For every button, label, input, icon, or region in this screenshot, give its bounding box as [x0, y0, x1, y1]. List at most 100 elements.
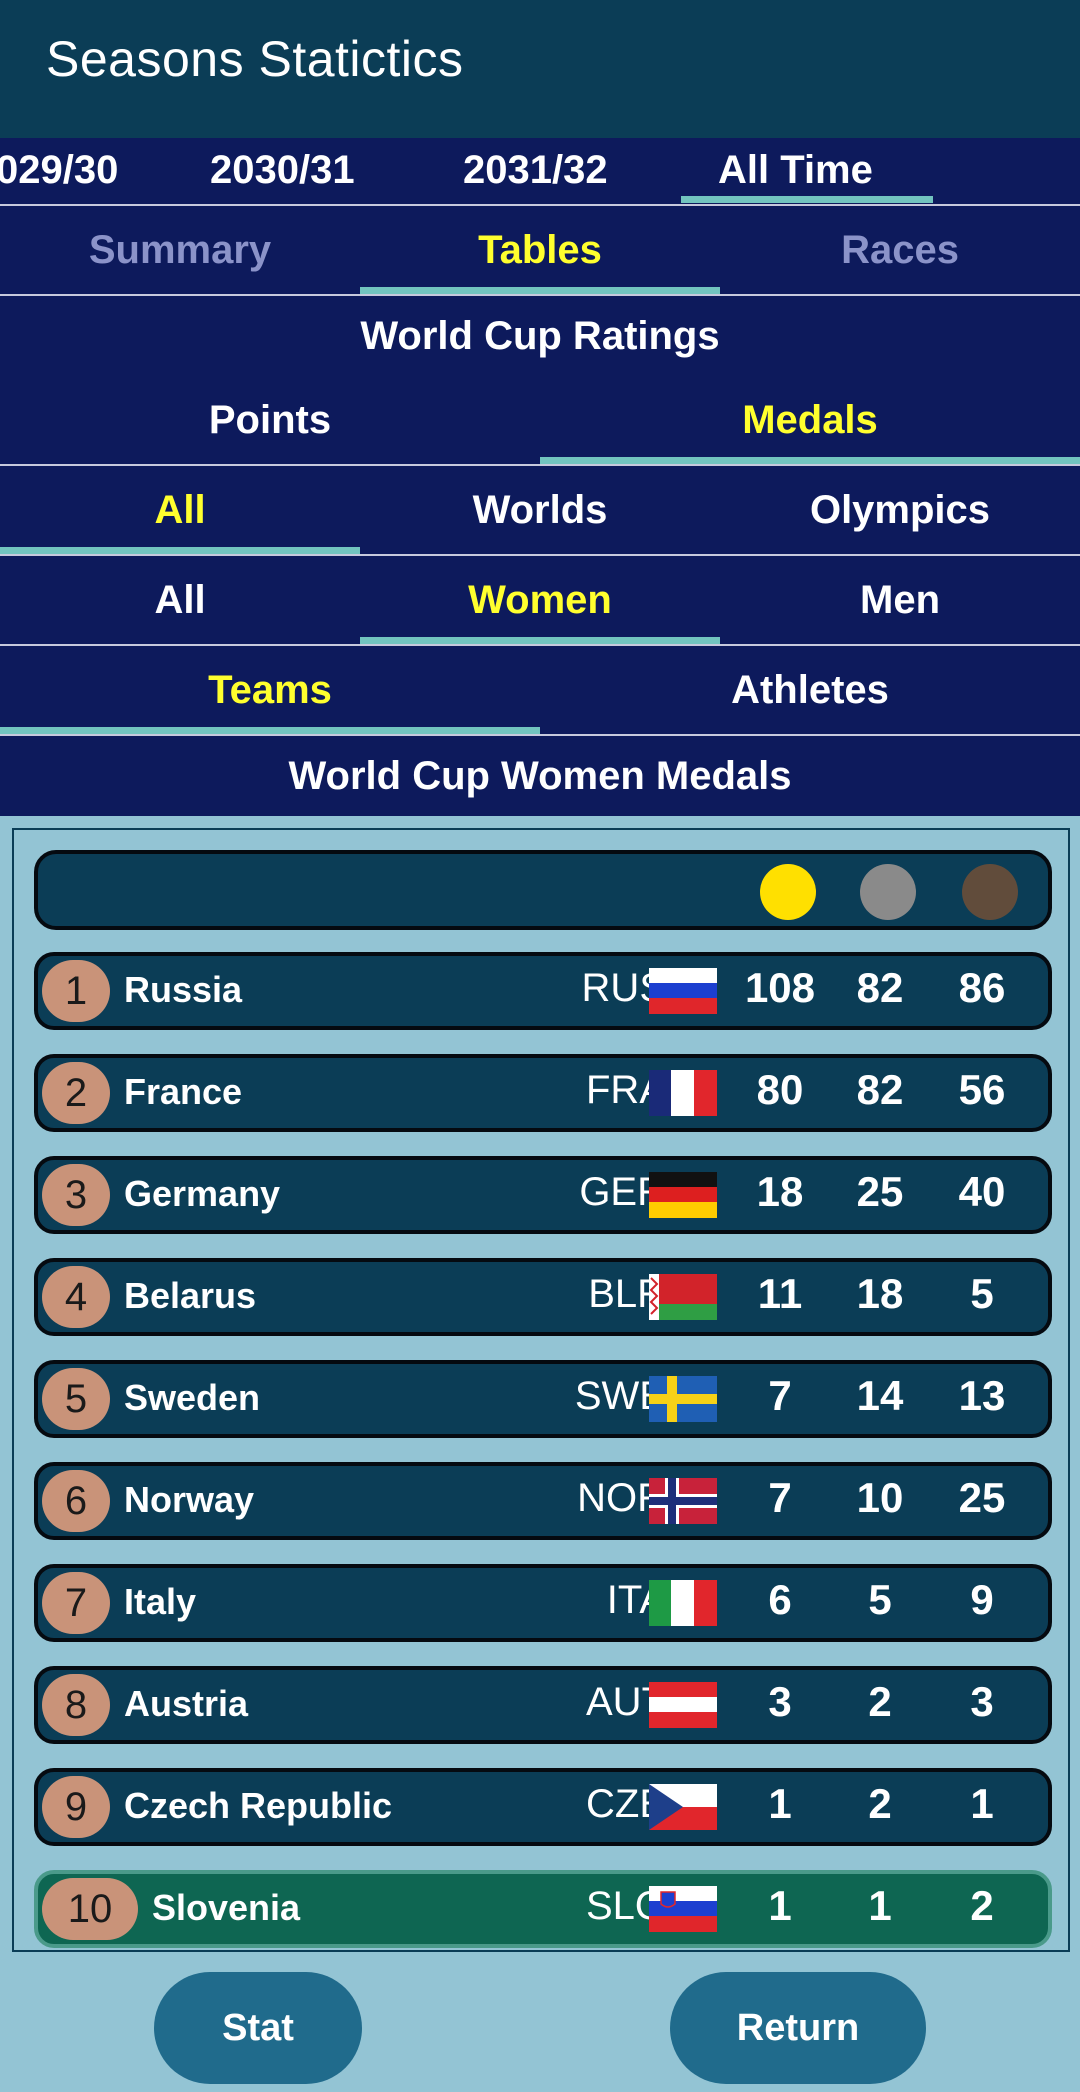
gold-count: 3: [768, 1678, 792, 1725]
country-name: Czech Republic: [124, 1785, 393, 1826]
tab-olympics[interactable]: Olympics: [720, 466, 1080, 554]
silver-count: 82: [856, 964, 904, 1011]
slovenia-flag-icon: [649, 1886, 717, 1932]
country-name: Germany: [124, 1173, 281, 1214]
tab-points[interactable]: Points: [0, 376, 540, 464]
tab-medals[interactable]: Medals: [540, 376, 1080, 464]
country-name: France: [124, 1071, 243, 1112]
silver-count: 5: [868, 1576, 892, 1623]
rank-badge: 4: [42, 1266, 110, 1328]
silver-count: 1: [868, 1882, 892, 1929]
rank-badge: 10: [42, 1878, 138, 1940]
bronze-count: 9: [970, 1576, 994, 1623]
tab-races[interactable]: Races: [720, 206, 1080, 294]
tab-teams[interactable]: Teams: [0, 646, 540, 734]
rating-tab-indicator: [540, 457, 1080, 464]
silver-count: 18: [856, 1270, 904, 1317]
gold-count: 108: [744, 964, 816, 1011]
rank-badge: 9: [42, 1776, 110, 1838]
gold-medal-icon: [760, 864, 816, 920]
table-row[interactable]: 10 Slovenia SLO 1 1 2: [34, 1870, 1052, 1948]
bronze-count: 13: [958, 1372, 1006, 1419]
gold-count: 6: [768, 1576, 792, 1623]
russia-flag-icon: [649, 968, 717, 1014]
tab-athletes[interactable]: Athletes: [540, 646, 1080, 734]
bronze-count: 5: [970, 1270, 994, 1317]
table-row[interactable]: 4 Belarus BLR 11 18 5: [34, 1258, 1052, 1336]
tab-worlds[interactable]: Worlds: [360, 466, 720, 554]
view-tab-indicator: [360, 287, 720, 294]
bronze-count: 40: [958, 1168, 1006, 1215]
tab-tables[interactable]: Tables: [360, 206, 720, 294]
table-row[interactable]: 8 Austria AUT 3 2 3: [34, 1666, 1052, 1744]
country-name: Italy: [124, 1581, 197, 1622]
tab-men[interactable]: Men: [720, 556, 1080, 644]
gold-count: 80: [756, 1066, 804, 1113]
bronze-count: 56: [958, 1066, 1006, 1113]
country-name: Sweden: [124, 1377, 261, 1418]
table-row[interactable]: 6 Norway NOR 7 10 25: [34, 1462, 1052, 1540]
silver-count: 25: [856, 1168, 904, 1215]
bronze-count: 25: [958, 1474, 1006, 1521]
tab-season-all-time[interactable]: All Time: [718, 148, 873, 193]
table-row[interactable]: 3 Germany GER 18 25 40: [34, 1156, 1052, 1234]
rank-badge: 3: [42, 1164, 110, 1226]
silver-count: 2: [868, 1780, 892, 1827]
table-row[interactable]: 2 France FRA 80 82 56: [34, 1054, 1052, 1132]
entity-tab-indicator: [0, 727, 540, 734]
table-row[interactable]: 5 Sweden SWE 7 14 13: [34, 1360, 1052, 1438]
tab-competition-all[interactable]: All: [0, 466, 360, 554]
page-title: Seasons Statictics: [46, 31, 464, 87]
gold-count: 7: [768, 1474, 792, 1521]
gold-count: 1: [768, 1780, 792, 1827]
medal-table[interactable]: 1 Russia RUS 108 82 86 2 France FRA 80 82 56 3 German…: [12, 828, 1070, 1952]
bronze-count: 1: [970, 1780, 994, 1827]
table-title: World Cup Women Medals: [0, 736, 1080, 816]
rating-tabs: Points Medals: [0, 376, 1080, 464]
competition-tabs: All Worlds Olympics: [0, 466, 1080, 554]
bronze-count: 86: [958, 964, 1006, 1011]
tab-season-2031-32[interactable]: 2031/32: [463, 148, 608, 193]
competition-tab-indicator: [0, 547, 360, 554]
silver-count: 82: [856, 1066, 904, 1113]
tab-summary[interactable]: Summary: [0, 206, 360, 294]
belarus-flag-icon: [649, 1274, 717, 1320]
view-tabs: Summary Tables Races: [0, 206, 1080, 294]
tab-women[interactable]: Women: [360, 556, 720, 644]
austria-flag-icon: [649, 1682, 717, 1728]
app-bar: Seasons Statictics: [0, 0, 1080, 138]
italy-flag-icon: [649, 1580, 717, 1626]
medal-header-row: [34, 850, 1052, 930]
country-name: Slovenia: [152, 1887, 301, 1928]
tab-season-2030-31[interactable]: 2030/31: [210, 148, 355, 193]
tab-gender-all[interactable]: All: [0, 556, 360, 644]
return-button[interactable]: Return: [670, 1972, 926, 2084]
silver-count: 2: [868, 1678, 892, 1725]
table-row[interactable]: 9 Czech Republic CZE 1 2 1: [34, 1768, 1052, 1846]
bronze-count: 2: [970, 1882, 994, 1929]
rank-badge: 2: [42, 1062, 110, 1124]
rank-badge: 8: [42, 1674, 110, 1736]
silver-count: 10: [856, 1474, 904, 1521]
silver-count: 14: [856, 1372, 904, 1419]
tab-season-2029-30[interactable]: 029/30: [0, 148, 118, 193]
gender-tab-indicator: [360, 637, 720, 644]
france-flag-icon: [649, 1070, 717, 1116]
country-name: Russia: [124, 969, 243, 1010]
stat-button[interactable]: Stat: [154, 1972, 362, 2084]
country-name: Belarus: [124, 1275, 257, 1316]
table-row[interactable]: 7 Italy ITA 6 5 9: [34, 1564, 1052, 1642]
ratings-title: World Cup Ratings: [0, 296, 1080, 376]
rank-badge: 6: [42, 1470, 110, 1532]
silver-medal-icon: [860, 864, 916, 920]
rank-badge: 1: [42, 960, 110, 1022]
gold-count: 11: [757, 1270, 803, 1317]
germany-flag-icon: [649, 1172, 717, 1218]
gold-count: 7: [768, 1372, 792, 1419]
bronze-count: 3: [970, 1678, 994, 1725]
entity-tabs: Teams Athletes: [0, 646, 1080, 734]
country-name: Norway: [124, 1479, 255, 1520]
season-tab-indicator: [681, 196, 933, 203]
season-tabs: 029/30 2030/31 2031/32 All Time: [0, 138, 1080, 206]
table-row[interactable]: 1 Russia RUS 108 82 86: [34, 952, 1052, 1030]
